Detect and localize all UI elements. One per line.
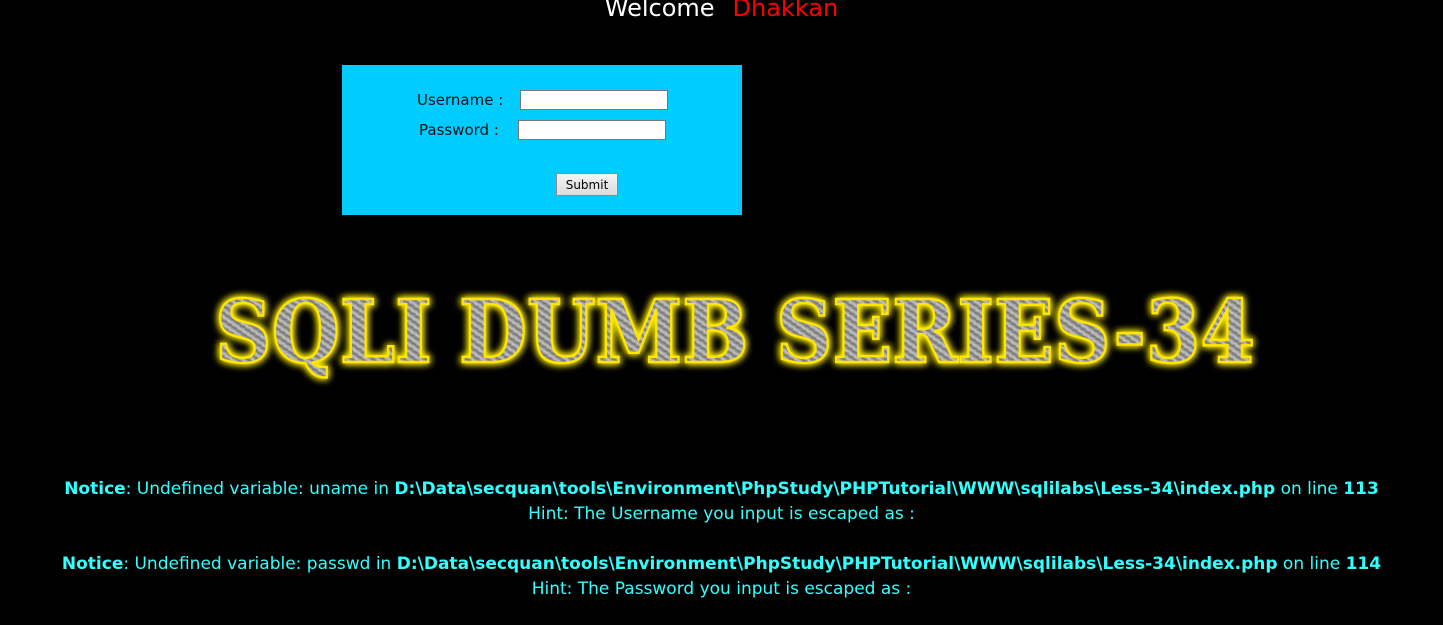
hint-password: Hint: The Password you input is escaped …	[531, 579, 912, 599]
username-label: Username :	[417, 91, 504, 109]
password-label: Password :	[419, 121, 499, 139]
notice-on-line: on line	[1277, 554, 1346, 574]
welcome-text: Welcome	[604, 0, 715, 22]
notice-path: D:\Data\secquan\tools\Environment\PhpStu…	[394, 479, 1276, 499]
welcome-username: Dhakkan	[732, 0, 839, 22]
notice-on-line: on line	[1275, 479, 1344, 499]
submit-button[interactable]: Submit	[556, 173, 618, 196]
password-input[interactable]	[518, 120, 666, 140]
username-row: Username :	[417, 90, 668, 110]
notice-text: : Undefined variable: uname in	[125, 479, 395, 499]
notice-label: Notice	[61, 554, 124, 574]
username-input[interactable]	[520, 90, 668, 110]
notice-line-number: 114	[1345, 554, 1382, 574]
notice-line-number: 113	[1343, 479, 1379, 499]
notice-messages: Notice: Undefined variable: uname in D:\…	[0, 477, 1443, 602]
banner-image: SQLI DUMB SERIES-34	[214, 281, 1257, 385]
notice-line-2: Notice: Undefined variable: passwd in D:…	[0, 552, 1443, 577]
notice-text: : Undefined variable: passwd in	[123, 554, 397, 574]
welcome-header: Welcome Dhakkan	[0, 0, 1443, 22]
page: Welcome Dhakkan Username : Password : Sub…	[0, 0, 1443, 625]
notice-line-1: Notice: Undefined variable: uname in D:\…	[0, 477, 1443, 502]
banner-title: SQLI DUMB SERIES-34	[215, 282, 1255, 383]
login-form: Username : Password : Submit	[342, 65, 742, 215]
password-row: Password :	[419, 120, 666, 140]
notice-label: Notice	[64, 479, 126, 499]
hint-username: Hint: The Username you input is escaped …	[528, 504, 915, 524]
notice-path: D:\Data\secquan\tools\Environment\PhpStu…	[396, 554, 1278, 574]
